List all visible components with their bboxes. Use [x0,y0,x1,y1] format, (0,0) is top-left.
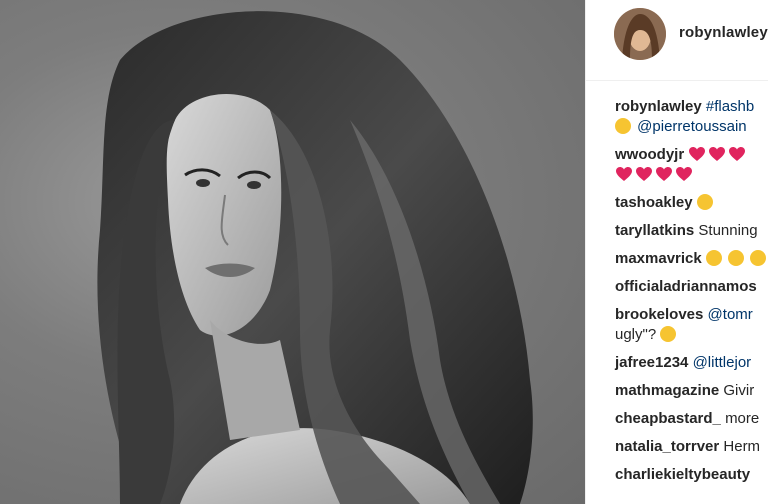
comment-list: robynlawley #flashb @pierretoussain wwoo… [615,97,768,493]
comment-user[interactable]: tashoakley [615,194,693,211]
avatar[interactable] [614,8,666,60]
comment: cheapbastard_ more [615,409,768,429]
red-heart-icon [729,147,746,161]
comment: taryllatkins Stunning [615,221,768,241]
hearts-row [615,166,695,183]
comment-user[interactable]: taryllatkins [615,222,694,239]
red-heart-icon [709,147,726,161]
comment: officialadriannamos [615,277,768,297]
mention[interactable]: @tomr [708,306,753,323]
hearts-row [688,146,748,163]
comment-user[interactable]: wwoodyjr [615,146,684,163]
comment: charliekieltybeauty [615,465,768,485]
comment-text: more [725,410,760,427]
comment: brookeloves @tomr ugly"? [615,305,768,345]
grimacing-face-icon [728,250,745,266]
comment-user[interactable]: cheapbastard_ [615,410,721,427]
post-photo[interactable] [0,0,585,504]
comment-text: Givir [723,382,755,399]
comment-text: ugly"? [615,326,657,343]
confounded-face-icon [705,250,722,266]
mention[interactable]: @littlejor [693,354,752,371]
comment-user[interactable]: natalia_torrver [615,438,719,455]
comment: robynlawley #flashb @pierretoussain [615,97,768,137]
comment-user[interactable]: maxmavrick [615,250,702,267]
comment-user[interactable]: officialadriannamos [615,278,757,295]
comment: wwoodyjr [615,145,768,185]
comment: jafree1234 @littlejor [615,353,768,373]
hashtag[interactable]: #flashb [706,98,754,115]
kissing-face-icon [615,118,631,134]
comment-user[interactable]: charliekieltybeauty [615,466,750,483]
post-username[interactable]: robynlawley [679,24,768,41]
comment: maxmavrick [615,249,768,269]
comment: mathmagazine Givir [615,381,768,401]
red-heart-icon [636,167,652,181]
red-heart-icon [656,167,672,181]
comment-user[interactable]: jafree1234 [615,354,688,371]
comment: natalia_torrver Herm [615,437,768,457]
comment-user[interactable]: robynlawley [615,98,702,115]
heart-eyes-face-icon [696,194,713,210]
post-header: robynlawley [586,0,768,81]
comment-text: Stunning [698,222,758,239]
comment-text: Herm [723,438,761,455]
red-heart-icon [616,167,632,181]
portrait-photo-illustration [97,11,533,504]
post-side-panel: robynlawley robynlawley #flashb @pierret… [585,0,768,504]
red-heart-icon [676,167,692,181]
red-heart-icon [689,147,706,161]
comment: tashoakley [615,193,768,213]
comment-user[interactable]: brookeloves [615,306,703,323]
smiling-face-icon [660,326,677,342]
comment-user[interactable]: mathmagazine [615,382,719,399]
mention[interactable]: @pierretoussain [637,118,746,135]
face-icon [750,250,767,266]
